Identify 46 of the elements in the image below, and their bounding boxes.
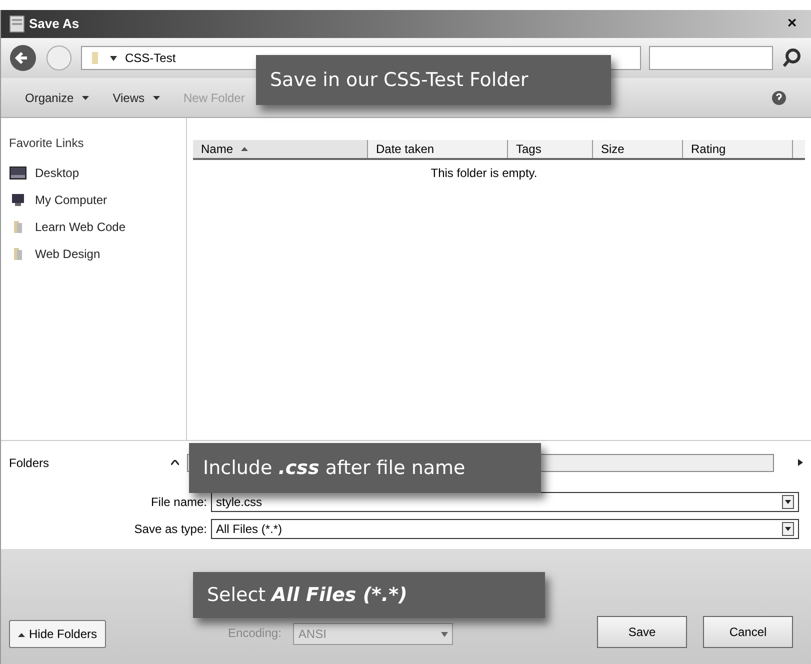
field-value: style.css xyxy=(216,494,262,511)
folder-path: CSS-Test xyxy=(125,50,176,67)
scroll-right-icon[interactable] xyxy=(798,459,803,466)
empty-folder-message: This folder is empty. xyxy=(430,165,538,182)
column-header[interactable]: Name xyxy=(193,140,368,158)
caret-icon xyxy=(110,56,117,60)
dialog-button[interactable]: Cancel xyxy=(703,616,793,648)
annotation-tooltip: Save in our CSS-Test Folder xyxy=(256,55,611,105)
menu-button[interactable]: Organize xyxy=(25,88,89,106)
caret-icon xyxy=(152,96,160,100)
window-title: Save As xyxy=(29,15,80,34)
search-icon[interactable] xyxy=(781,47,803,69)
favorite-link[interactable]: Web Design xyxy=(35,245,100,263)
field-value: All Files (*.*) xyxy=(216,521,282,538)
encoding-label: Encoding: xyxy=(228,625,282,642)
computer-icon xyxy=(9,193,27,207)
encoding-value: ANSI xyxy=(298,626,326,643)
desktop-icon xyxy=(9,166,27,180)
annotation-tooltip: Include .css after file name xyxy=(189,443,541,493)
menu-button[interactable]: Views xyxy=(112,88,160,106)
annotation-tooltip: Select All Files (*.*) xyxy=(193,572,545,618)
collapse-icon[interactable] xyxy=(171,460,179,465)
folders-label: Folders xyxy=(9,454,50,472)
column-header[interactable]: Date taken xyxy=(368,140,508,158)
hide-folders-button[interactable]: Hide Folders xyxy=(9,620,106,648)
favorite-link[interactable]: Learn Web Code xyxy=(35,218,126,236)
help-icon[interactable] xyxy=(771,90,787,106)
field-label: File name: xyxy=(150,494,208,511)
notepad-icon xyxy=(9,15,25,33)
favorite-link[interactable]: My Computer xyxy=(35,191,108,209)
column-header[interactable]: Tags xyxy=(508,140,593,158)
sort-arrow-icon xyxy=(241,147,248,151)
column-header[interactable]: Rating xyxy=(683,140,793,158)
combo-box[interactable]: style.css xyxy=(211,492,799,512)
expand-icon xyxy=(18,632,25,637)
dialog-button[interactable]: Save xyxy=(597,616,687,648)
dropdown-arrow-icon xyxy=(441,632,448,636)
search-field[interactable] xyxy=(649,46,773,70)
column-header[interactable]: Size xyxy=(593,140,683,158)
favorite-link[interactable]: Desktop xyxy=(35,164,80,182)
sidebar-heading: Favorite Links xyxy=(9,135,85,152)
close-button[interactable]: × xyxy=(781,14,803,34)
combo-box[interactable]: All Files (*.*) xyxy=(211,519,799,539)
back-button[interactable] xyxy=(9,44,37,72)
caret-icon xyxy=(82,96,89,100)
field-label: Save as type: xyxy=(133,521,208,538)
